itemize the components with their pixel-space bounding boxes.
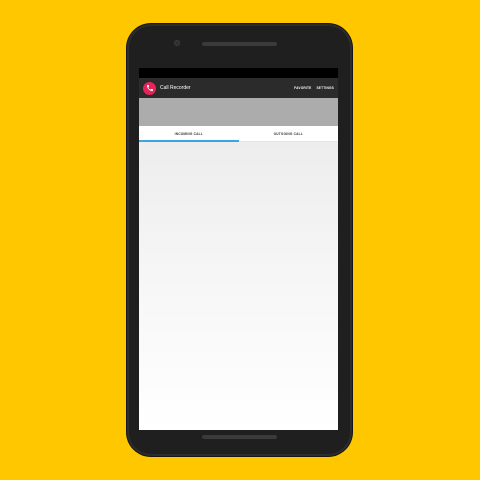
tab-incoming-call[interactable]: INCOMING CALL (139, 126, 239, 142)
status-bar (139, 68, 338, 78)
settings-button[interactable]: SETTINGS (316, 86, 334, 90)
app-title: Call Recorder (160, 85, 191, 91)
tab-bar: INCOMING CALL OUTGOING CALL (139, 126, 338, 142)
tab-outgoing-call[interactable]: OUTGOING CALL (239, 126, 339, 141)
tab-outgoing-call-label: OUTGOING CALL (273, 131, 303, 136)
bottom-speaker (202, 435, 277, 439)
front-camera (174, 40, 180, 46)
earpiece-speaker (202, 42, 277, 46)
phone-icon[interactable] (143, 81, 156, 95)
call-list[interactable] (139, 142, 338, 430)
background: Call Recorder FAVORITE SETTINGS INCOMING… (0, 0, 480, 480)
phone-device: Call Recorder FAVORITE SETTINGS INCOMING… (127, 24, 352, 456)
app-bar: Call Recorder FAVORITE SETTINGS (139, 78, 338, 98)
tab-incoming-call-label: INCOMING CALL (174, 131, 203, 136)
header-band (139, 98, 338, 126)
phone-screen: Call Recorder FAVORITE SETTINGS INCOMING… (139, 68, 338, 430)
favorite-button[interactable]: FAVORITE (294, 86, 311, 90)
